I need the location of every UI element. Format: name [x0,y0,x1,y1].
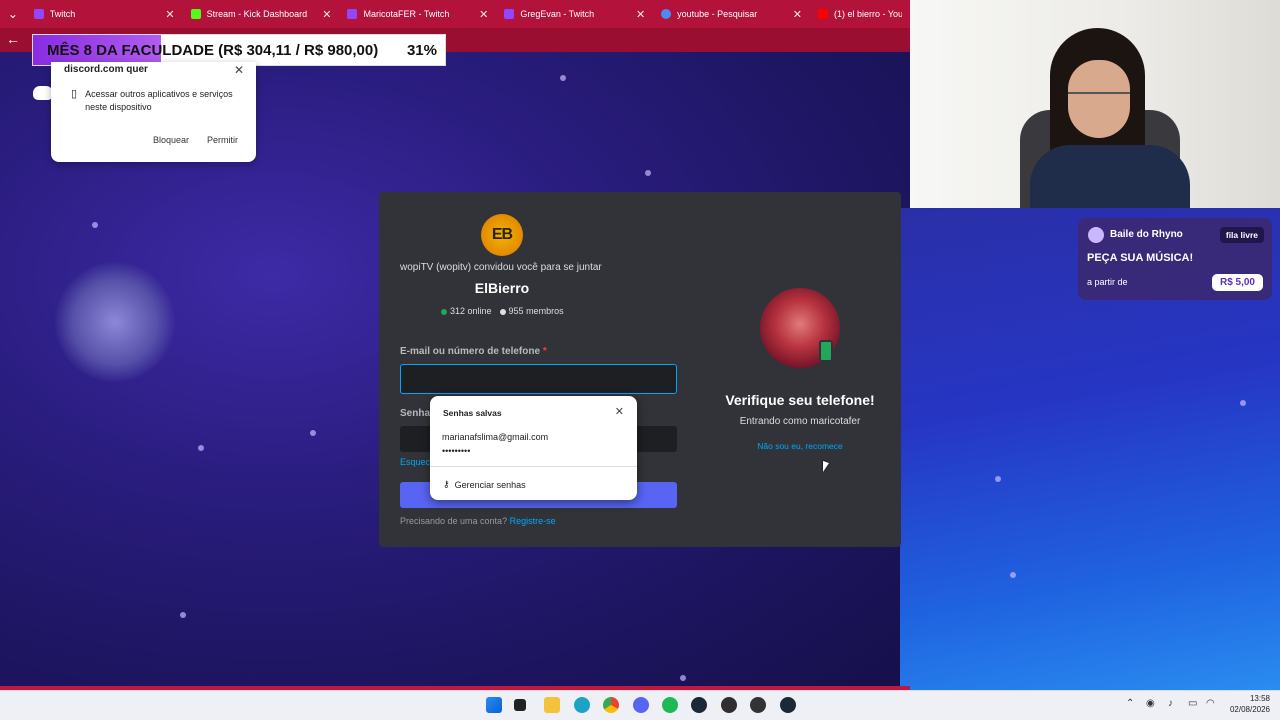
background-orb [55,262,175,382]
entering-as-text: Entrando como maricotafer [739,416,861,427]
block-button[interactable]: Bloquear [147,131,195,149]
divider [430,466,637,467]
background-star [1240,400,1246,406]
permission-description: Acessar outros aplicativos e serviços ne… [85,89,233,112]
goal-percent: 31% [406,41,437,59]
kick-icon [190,9,201,19]
microphone-icon[interactable]: ♪ [1168,698,1173,709]
background-star [680,675,686,681]
not-me-link[interactable]: Não sou eu, recomece [701,441,899,451]
edge-icon[interactable] [574,697,590,713]
device-icon: ▯ [71,88,78,100]
email-field[interactable] [400,364,677,394]
queue-badge: fila livre [1219,227,1264,243]
background-star [560,75,566,81]
member-count: 955 membros [499,306,564,316]
permission-header: discord.com quer [64,64,148,75]
permission-request: ▯ Acessar outros aplicativos e serviços … [71,88,246,114]
twitch-icon [504,9,515,19]
wifi-icon[interactable]: ◠ [1206,698,1215,709]
music-icon [1088,227,1104,243]
email-label: E-mail ou número de telefone * [400,346,547,357]
manage-passwords-button[interactable]: ⚷ Gerenciar senhas [443,479,526,490]
browser-tab[interactable]: Stream - Kick Dashboard ✕ [183,0,340,28]
twitch-icon [347,9,358,19]
discord-logo-icon [33,86,53,100]
twitch-icon [33,9,44,19]
webcam-person-shirt [1030,145,1190,208]
browser-tab-bar: ⌄ Twitch ✕ Stream - Kick Dashboard ✕ Mar… [0,0,910,28]
register-link[interactable]: Registre-se [510,516,556,526]
song-request-widget: Baile do Rhyno fila livre PEÇA SUA MÚSIC… [1078,218,1272,300]
song-request-name: Baile do Rhyno [1110,229,1183,240]
youtube-icon [818,9,828,19]
invite-text: wopiTV (wopitv) convidou você para se ju… [400,262,602,273]
close-tab-icon[interactable]: ✕ [793,8,802,21]
browser-tab[interactable]: (1) el bierro - YouTu [810,0,910,28]
browser-tab[interactable]: youtube - Pesquisar ✕ [653,0,810,28]
saved-passwords-popup: Senhas salvas ✕ marianafslima@gmail.com … [430,396,637,500]
clock-date: 02/08/2026 [1229,705,1270,714]
task-view-icon[interactable] [514,699,526,711]
windows-start-icon[interactable] [486,697,502,713]
tray-chevron-icon[interactable]: ⌃ [1126,698,1134,709]
network-icon[interactable]: ◉ [1146,698,1155,709]
server-name: ElBierro [474,280,530,296]
close-tab-icon[interactable]: ✕ [479,8,488,21]
saved-passwords-title: Senhas salvas [443,408,502,418]
permission-popup: discord.com quer ✕ ▯ Acessar outros apli… [51,62,256,162]
password-label: Senha [400,408,431,419]
phone-icon [819,340,833,362]
verify-title: Verifique seu telefone! [725,392,875,408]
song-request-headline: PEÇA SUA MÚSICA! [1087,252,1194,264]
background-star [1010,572,1016,578]
key-icon: ⚷ [443,479,450,489]
browser-tab[interactable]: MaricotaFER - Twitch ✕ [339,0,496,28]
forgot-password-link[interactable]: Esquec [400,457,430,467]
tab-list-chevron-icon[interactable]: ⌄ [0,0,26,28]
close-tab-icon[interactable]: ✕ [322,8,331,21]
background-star [92,222,98,228]
back-arrow-icon[interactable]: ← [6,31,20,47]
browser-tab[interactable]: GregEvan - Twitch ✕ [496,0,653,28]
close-tab-icon[interactable]: ✕ [165,8,174,21]
members-dot-icon [499,308,506,315]
steam-icon[interactable] [780,697,796,713]
file-explorer-icon[interactable] [544,697,560,713]
online-count: 312 online [441,306,492,316]
online-dot-icon [441,308,447,315]
close-tab-icon[interactable]: ✕ [636,8,645,21]
price-from-label: a partir de [1087,277,1128,287]
background-star [995,476,1001,482]
close-icon[interactable]: ✕ [234,63,244,77]
saved-username[interactable]: marianafslima@gmail.com [442,432,548,442]
clock-time: 13:58 [1249,694,1270,703]
goal-text: MÊS 8 DA FACULDADE (R$ 304,11 / R$ 980,0… [47,41,379,59]
webcam-person-glasses [1068,92,1130,106]
system-clock[interactable]: 13:58 02/08/2026 [1230,693,1270,715]
member-counts: 312 online 955 membros [441,306,564,316]
obs-icon[interactable] [721,697,737,713]
background-star [180,612,186,618]
app-icon[interactable] [750,697,766,713]
close-icon[interactable]: ✕ [615,405,624,418]
background-star [198,445,204,451]
search-icon [661,9,672,19]
chrome-icon[interactable] [603,697,619,713]
steam-icon[interactable] [691,697,707,713]
allow-button[interactable]: Permitir [201,131,244,149]
background-star [310,430,316,436]
price-badge: R$ 5,00 [1211,274,1263,291]
display-icon[interactable]: ▭ [1188,698,1197,709]
webcam-feed [910,0,1280,208]
discord-icon[interactable] [633,697,649,713]
background-star [645,170,651,176]
register-prompt: Precisando de uma conta? Registre-se [400,516,556,526]
browser-tab[interactable]: Twitch ✕ [26,0,183,28]
saved-password-mask[interactable]: ••••••••• [442,446,470,456]
server-icon: EB [481,214,523,256]
required-mark: * [542,346,547,357]
mouse-cursor-icon [823,460,829,475]
spotify-icon[interactable] [662,697,678,713]
